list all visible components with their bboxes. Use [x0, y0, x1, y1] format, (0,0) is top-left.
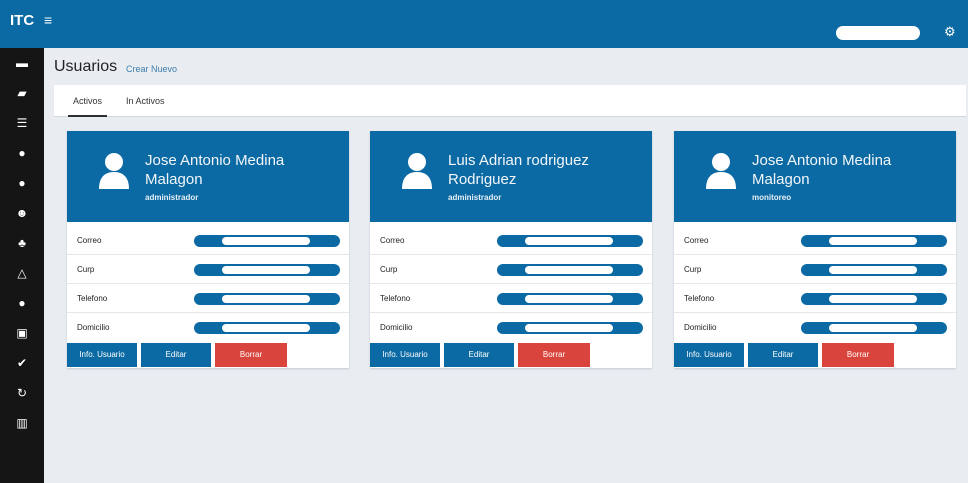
address-label: Domicilio — [380, 323, 413, 332]
card-header: Luis Adrian rodriguez Rodriguez administ… — [370, 131, 652, 222]
bar-chart-icon[interactable]: ▥ — [0, 416, 44, 430]
user-avatar-icon — [706, 153, 736, 189]
curp-label: Curp — [684, 265, 702, 274]
folder-icon[interactable]: ▬ — [0, 56, 44, 70]
map-marker-icon[interactable]: ● — [0, 296, 44, 310]
gears-icon[interactable]: ⚙ — [944, 24, 956, 40]
curp-value — [194, 264, 340, 276]
sitemap-icon[interactable]: ♣ — [0, 236, 44, 250]
card-header: Jose Antonio Medina Malagon administrado… — [67, 131, 349, 222]
address-label: Domicilio — [684, 323, 717, 332]
user-role: monitoreo — [752, 193, 792, 202]
main-content: Usuarios Crear Nuevo Activos In Activos … — [44, 48, 968, 483]
history-icon[interactable]: ↻ — [0, 386, 44, 400]
info-row: Curp — [674, 255, 956, 284]
info-row: Correo — [674, 226, 956, 255]
info-row: Domicilio — [674, 313, 956, 342]
delete-button[interactable]: Borrar — [215, 343, 287, 367]
check-icon[interactable]: ✔ — [0, 356, 44, 370]
phone-label: Telefono — [684, 294, 715, 303]
info-usuario-button[interactable]: Info. Usuario — [674, 343, 744, 367]
info-row: Correo — [67, 226, 349, 255]
calendar-icon[interactable]: ▣ — [0, 326, 44, 340]
tab-in-activos[interactable]: In Activos — [126, 85, 165, 117]
delete-button[interactable]: Borrar — [822, 343, 894, 367]
info-row: Telefono — [370, 284, 652, 313]
user-role: administrador — [448, 193, 502, 202]
brand-logo[interactable]: ITC — [10, 12, 34, 29]
email-value — [497, 235, 643, 247]
user-card: Jose Antonio Medina Malagon monitoreo Co… — [674, 131, 956, 368]
info-row: Telefono — [674, 284, 956, 313]
user-role: administrador — [145, 193, 199, 202]
edit-button[interactable]: Editar — [444, 343, 514, 367]
warning-icon[interactable]: △ — [0, 266, 44, 280]
hamburger-icon[interactable]: ≡ — [44, 12, 52, 28]
info-row: Curp — [67, 255, 349, 284]
folder-icon[interactable]: ▰ — [0, 86, 44, 100]
create-new-link[interactable]: Crear Nuevo — [126, 64, 177, 74]
curp-label: Curp — [380, 265, 398, 274]
info-usuario-button[interactable]: Info. Usuario — [67, 343, 137, 367]
address-value — [801, 322, 947, 334]
user-avatar-icon — [402, 153, 432, 189]
curp-value — [497, 264, 643, 276]
email-value — [801, 235, 947, 247]
info-usuario-button[interactable]: Info. Usuario — [370, 343, 440, 367]
info-row: Correo — [370, 226, 652, 255]
user-menu[interactable] — [836, 26, 920, 40]
user-name: Jose Antonio Medina Malagon — [145, 152, 285, 188]
phone-label: Telefono — [380, 294, 411, 303]
curp-label: Curp — [77, 265, 95, 274]
phone-value — [801, 293, 947, 305]
address-value — [194, 322, 340, 334]
user-card: Luis Adrian rodriguez Rodriguez administ… — [370, 131, 652, 368]
info-row: Domicilio — [370, 313, 652, 342]
delete-button[interactable]: Borrar — [518, 343, 590, 367]
info-row: Curp — [370, 255, 652, 284]
info-row: Domicilio — [67, 313, 349, 342]
card-header: Jose Antonio Medina Malagon monitoreo — [674, 131, 956, 222]
user-card: Jose Antonio Medina Malagon administrado… — [67, 131, 349, 368]
top-bar: ITC ≡ ⚙ — [0, 0, 968, 48]
email-label: Correo — [684, 236, 709, 245]
phone-value — [194, 293, 340, 305]
edit-button[interactable]: Editar — [141, 343, 211, 367]
tab-activos[interactable]: Activos — [68, 85, 107, 117]
page-title: Usuarios — [54, 58, 118, 75]
sidebar: ▬ ▰ ☰ ● ● ☻ ♣ △ ● ▣ ✔ ↻ ▥ — [0, 48, 44, 483]
tabs-bar: Activos In Activos — [54, 85, 966, 117]
user-avatar-icon — [99, 153, 129, 189]
address-value — [497, 322, 643, 334]
email-label: Correo — [77, 236, 102, 245]
email-value — [194, 235, 340, 247]
curp-value — [801, 264, 947, 276]
users-icon[interactable]: ☻ — [0, 206, 44, 220]
list-icon[interactable]: ☰ — [0, 116, 44, 130]
user-icon[interactable]: ● — [0, 176, 44, 190]
user-name: Jose Antonio Medina Malagon — [752, 152, 892, 188]
info-row: Telefono — [67, 284, 349, 313]
address-label: Domicilio — [77, 323, 110, 332]
phone-value — [497, 293, 643, 305]
phone-label: Telefono — [77, 294, 108, 303]
email-label: Correo — [380, 236, 405, 245]
user-name: Luis Adrian rodriguez Rodriguez — [448, 152, 589, 188]
user-icon[interactable]: ● — [0, 146, 44, 160]
edit-button[interactable]: Editar — [748, 343, 818, 367]
